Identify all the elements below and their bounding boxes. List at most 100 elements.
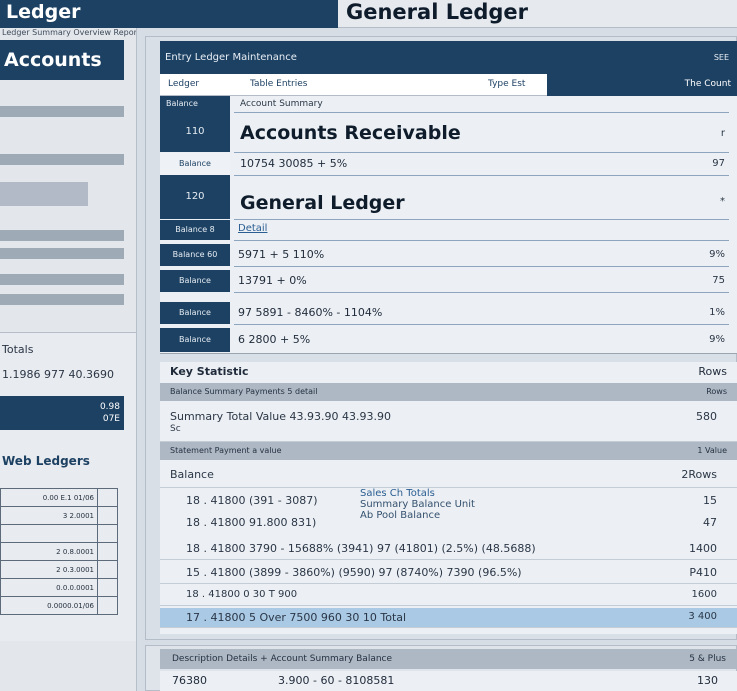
table-row[interactable]: 18 . 41800 0 30 T 900 1600	[160, 586, 737, 606]
band-right-label: 1 Value	[697, 446, 727, 455]
row-label: Balance 60	[160, 244, 230, 266]
table-cell: 2 0.8.0001	[0, 542, 98, 561]
table-row: 0.00 E.1 01/06	[0, 488, 118, 507]
totals-label: Totals	[2, 343, 34, 356]
column-header[interactable]: The Count	[685, 79, 731, 89]
bottom-band: Description Details + Account Summary Ba…	[160, 649, 737, 669]
transactions-title-right[interactable]: Rows	[698, 365, 727, 378]
row-amount: 10754 30085 + 5%	[240, 157, 348, 170]
balance-row-label: Balance	[170, 468, 214, 481]
row-amount: 13791 + 0%	[238, 274, 307, 287]
divider	[234, 219, 729, 220]
ledger-header-action[interactable]: SEE	[714, 41, 729, 74]
table-cell: 0.00 E.1 01/06	[0, 488, 98, 507]
section-code: 110	[160, 112, 230, 152]
totals-badge: 0.98 07E	[0, 396, 124, 430]
row-amount: 6 2800 + 5%	[238, 333, 311, 346]
table-cell	[0, 524, 98, 543]
divider	[234, 112, 729, 113]
table-row[interactable]: 15 . 41800 (3899 - 3860%) (9590) 97 (874…	[160, 562, 737, 584]
table-cell: 0.0000.01/06	[0, 596, 98, 615]
table-cell: 17 . 41800 5 Over 7500 960 30 10 Total	[186, 611, 407, 624]
row-amount: 5971 + 5 110%	[238, 248, 325, 261]
page-title: General Ledger	[338, 0, 737, 28]
transactions-band: Statement Payment a value 1 Value	[160, 442, 737, 460]
column-header-row: Ledger Table Entries Type Est The Count	[160, 74, 737, 96]
divider	[234, 240, 729, 241]
subheader-title: Account Summary	[240, 99, 323, 109]
balance-row[interactable]: Balance 2Rows	[160, 462, 737, 488]
sidebar-placeholder-bar[interactable]	[0, 106, 124, 117]
table-cell: 47	[703, 516, 717, 529]
annotation-line: Summary Balance Unit	[360, 499, 475, 510]
sidebar: Ledger Summary Overview Reports Accounts	[0, 28, 137, 332]
bottom-row-amount: 3.900 - 60 - 8108581	[278, 674, 395, 687]
subheader-label: Balance	[160, 96, 230, 112]
table-row: 0.0000.01/06	[0, 596, 118, 615]
balance-row-value: 2Rows	[681, 468, 717, 481]
totals-figures: 1.1986 977 40.3690	[2, 368, 114, 381]
bottom-row[interactable]: 76380 3.900 - 60 - 8108581 130	[160, 671, 737, 691]
divider	[234, 292, 729, 293]
band-right-label: Rows	[706, 387, 727, 396]
table-row: 0.0.0.0001	[0, 578, 118, 597]
totals-badge-line: 07E	[102, 414, 120, 424]
table-cell: 3 400	[688, 611, 717, 622]
table-row[interactable]: 18 . 41800 3790 - 15688% (3941) 97 (4180…	[160, 538, 737, 560]
sidebar-placeholder-bar[interactable]	[0, 274, 124, 285]
summary-row-value: 580	[696, 410, 717, 423]
bottom-panel: Description Details + Account Summary Ba…	[145, 645, 737, 691]
summary-row-text: Summary Total Value 43.93.90 43.93.90	[170, 410, 392, 423]
divider	[234, 324, 729, 325]
table-cell	[97, 560, 118, 579]
sidebar-item-accounts[interactable]: Accounts	[0, 40, 124, 80]
column-header[interactable]: Table Entries	[250, 79, 307, 89]
table-cell: 18 . 41800 3790 - 15688% (3941) 97 (4180…	[186, 542, 536, 555]
column-header[interactable]: Type Est	[488, 79, 525, 89]
divider	[234, 175, 729, 176]
table-cell: 15	[703, 494, 717, 507]
table-cell: P410	[689, 566, 717, 579]
table-row: 3 2.0001	[0, 506, 118, 525]
sidebar-placeholder-bar[interactable]	[0, 248, 124, 259]
row-label: Balance	[160, 302, 230, 324]
ledger-body: Balance Account Summary 110 Accounts Rec…	[160, 96, 737, 354]
bottom-row-value: 130	[697, 674, 718, 687]
summary-row[interactable]: Summary Total Value 43.93.90 43.93.90 Sc…	[160, 406, 737, 442]
table-cell	[97, 488, 118, 507]
table-cell: 3 2.0001	[0, 506, 98, 525]
sidebar-totals-panel: Totals 1.1986 977 40.3690 0.98 07E Web L…	[0, 332, 137, 641]
transactions-band: Balance Summary Payments 5 detail Rows	[160, 383, 737, 401]
section-marker[interactable]: *	[720, 196, 725, 207]
totals-badge-line: 0.98	[99, 402, 120, 412]
app-title: Ledger	[0, 0, 338, 28]
table-cell: 2 0.3.0001	[0, 560, 98, 579]
ledger-header: Entry Ledger Maintenance SEE	[160, 41, 737, 74]
column-header[interactable]: Ledger	[168, 79, 199, 89]
sidebar-caption: Ledger Summary Overview Reports	[2, 28, 137, 37]
row-amount: 97 5891 - 8460% - 1104%	[238, 306, 383, 319]
table-cell	[97, 542, 118, 561]
sidebar-placeholder-bar[interactable]	[0, 154, 124, 165]
table-cell: 1600	[691, 589, 717, 600]
table-row-selected[interactable]: 17 . 41800 5 Over 7500 960 30 10 Total 3…	[160, 608, 737, 628]
bottom-band-label: Description Details + Account Summary Ba…	[172, 654, 393, 664]
section-code: 120	[160, 175, 230, 219]
summary-row-sub: Sc	[170, 424, 181, 434]
transactions-title: Key Statistic	[170, 365, 249, 378]
table-cell	[97, 524, 118, 543]
section-marker[interactable]: r	[721, 128, 725, 139]
table-row: 2 0.8.0001	[0, 542, 118, 561]
table-cell: 18 . 41800 91.800 831)	[186, 516, 317, 529]
row-right-value: 9%	[709, 249, 725, 260]
row-detail-link[interactable]: Detail	[238, 223, 267, 234]
web-ledgers-link[interactable]: Web Ledgers	[2, 454, 90, 468]
sidebar-placeholder-bar[interactable]	[0, 294, 124, 305]
section-title-accounts-receivable: Accounts Receivable	[240, 122, 461, 144]
divider	[234, 266, 729, 267]
sidebar-placeholder-block[interactable]	[0, 182, 88, 206]
table-cell: 15 . 41800 (3899 - 3860%) (9590) 97 (874…	[186, 566, 522, 579]
table-cell: 1400	[689, 542, 717, 555]
sidebar-placeholder-bar[interactable]	[0, 230, 124, 241]
table-row: 2 0.3.0001	[0, 560, 118, 579]
